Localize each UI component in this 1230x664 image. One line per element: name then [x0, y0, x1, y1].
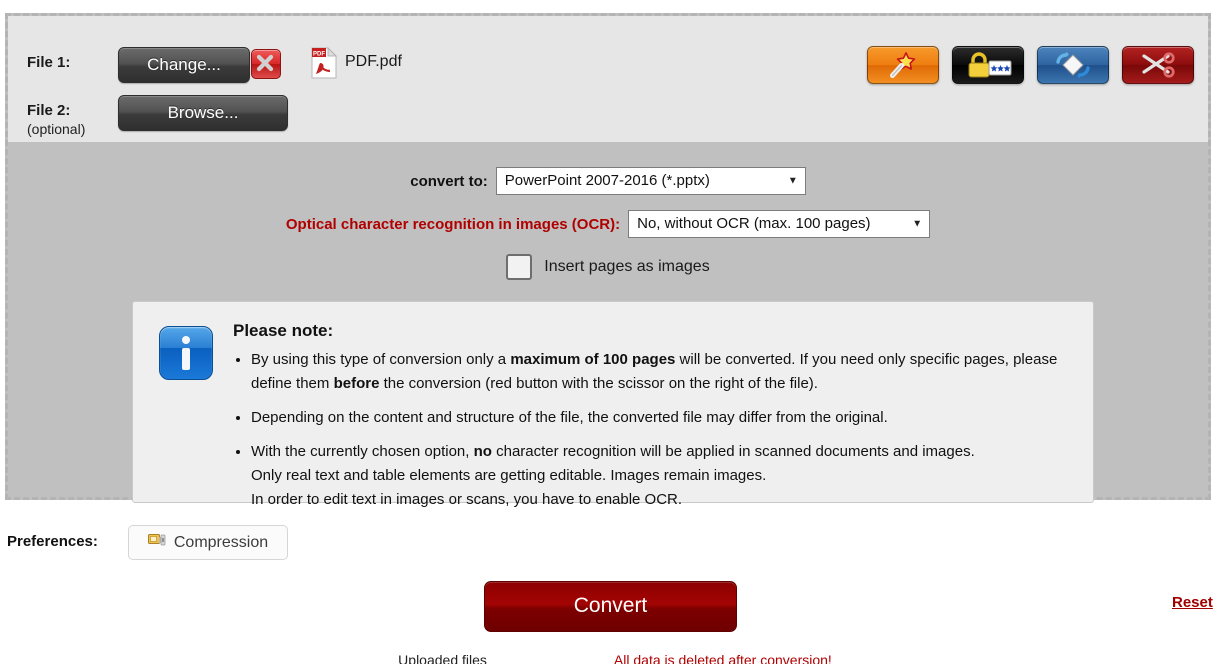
note-bullet-strong: no — [473, 443, 492, 460]
insert-pages-checkbox[interactable] — [506, 254, 533, 280]
footer-note-text: Uploaded files All data is deleted after… — [0, 652, 1230, 664]
info-icon-dot — [182, 336, 190, 344]
compression-button-label: Compression — [173, 533, 269, 551]
info-icon-bar — [182, 348, 190, 370]
ocr-select-wrap[interactable]: No, without OCR (max. 100 pages) ▼ — [628, 210, 931, 238]
page-root: File 1: Change... PDF PDF.pdf File 2: (o… — [0, 0, 1230, 664]
file2-label: File 2: (optional) — [27, 102, 85, 137]
info-icon — [159, 326, 213, 380]
convert-to-row: convert to: PowerPoint 2007-2016 (*.pptx… — [8, 167, 1208, 195]
note-title: Please note: — [233, 321, 334, 340]
magic-wand-icon-button[interactable] — [867, 46, 939, 84]
lock-password-icon-button[interactable] — [952, 46, 1024, 84]
preferences-label: Preferences: — [7, 533, 98, 550]
remove-file-button[interactable] — [251, 49, 281, 79]
footer-right-text: All data is deleted after conversion! — [613, 652, 832, 664]
compressed-file-icon — [147, 532, 166, 553]
note-bullet-text: By using this type of conversion only a — [251, 351, 511, 368]
note-bullet-text: In order to edit text in images or scans… — [251, 491, 683, 508]
ocr-select[interactable]: No, without OCR (max. 100 pages) — [628, 210, 931, 238]
insert-pages-row: Insert pages as images — [8, 254, 1208, 280]
convert-to-select[interactable]: PowerPoint 2007-2016 (*.pptx) — [495, 167, 806, 195]
svg-text:PDF: PDF — [313, 51, 325, 57]
file1-label: File 1: — [27, 54, 71, 71]
rotate-icon-button[interactable] — [1037, 46, 1109, 84]
change-file-button[interactable]: Change... — [118, 47, 250, 83]
note-bullet-list: By using this type of conversion only a … — [233, 348, 1069, 512]
conversion-options: convert to: PowerPoint 2007-2016 (*.pptx… — [8, 142, 1208, 508]
browse-file-button[interactable]: Browse... — [118, 95, 288, 131]
note-bullet-text: the conversion (red button with the scis… — [379, 375, 818, 392]
note-bullet-strong: maximum of 100 pages — [510, 351, 676, 368]
insert-pages-label: Insert pages as images — [544, 258, 710, 275]
file1-name: PDF.pdf — [345, 53, 402, 70]
footer-left-text: Uploaded files — [398, 652, 487, 664]
reset-link[interactable]: Reset — [1172, 594, 1213, 611]
footer-note: Uploaded files All data is deleted after… — [0, 652, 1230, 664]
compression-button[interactable]: Compression — [128, 525, 288, 560]
scissors-icon-button[interactable] — [1122, 46, 1194, 84]
note-box: Please note: By using this type of conve… — [132, 301, 1094, 508]
convert-to-select-wrap[interactable]: PowerPoint 2007-2016 (*.pptx) ▼ — [495, 167, 806, 195]
pdf-file-icon: PDF — [311, 46, 338, 84]
note-bullet: By using this type of conversion only a … — [251, 348, 1069, 396]
ocr-label: Optical character recognition in images … — [285, 215, 621, 233]
file2-label-text: File 2: — [27, 102, 71, 119]
ocr-row: Optical character recognition in images … — [8, 210, 1208, 238]
note-bullet-text: character recognition will be applied in… — [491, 443, 975, 460]
note-bullet: Depending on the content and structure o… — [251, 406, 1069, 430]
note-bullet-text: Only real text and table elements are ge… — [251, 467, 767, 484]
note-bullet: With the currently chosen option, no cha… — [251, 440, 1069, 512]
note-bullet-text: Depending on the content and structure o… — [251, 409, 888, 426]
file-selection-panel: File 1: Change... PDF PDF.pdf File 2: (o… — [8, 16, 1208, 143]
note-bullet-text: With the currently chosen option, — [251, 443, 474, 460]
convert-to-label: convert to: — [410, 172, 488, 190]
file2-sublabel: (optional) — [27, 121, 86, 137]
convert-button[interactable]: Convert — [484, 581, 737, 632]
conversion-panel: File 1: Change... PDF PDF.pdf File 2: (o… — [5, 13, 1211, 508]
note-bullet-strong: before — [333, 375, 380, 392]
